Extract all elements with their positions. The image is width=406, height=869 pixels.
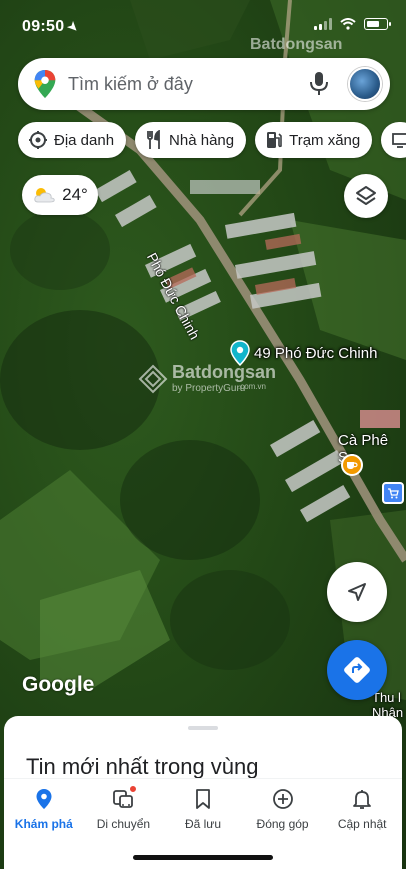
chip-more[interactable]: [381, 122, 406, 158]
clock-text: 09:50: [22, 18, 65, 35]
battery-icon: [364, 18, 391, 30]
watermark-top: Batdongsan: [250, 36, 343, 53]
chip-landmarks[interactable]: Địa danh: [18, 122, 127, 158]
shopping-cart-icon: [388, 488, 399, 499]
location-arrow-icon: ➤: [64, 18, 83, 36]
chip-restaurants[interactable]: Nhà hàng: [135, 122, 247, 158]
partly-cloudy-icon: [34, 188, 55, 203]
directions-icon: [344, 657, 370, 683]
shopping-marker[interactable]: [382, 482, 404, 504]
layers-icon: [356, 186, 376, 205]
watermark-logo-icon: [138, 364, 168, 394]
shopping-icon: [392, 133, 406, 148]
microphone-icon[interactable]: [308, 71, 330, 97]
nav-label: Đã lưu: [184, 817, 221, 831]
place-label: 49 Phó Đức Chinh: [254, 344, 378, 362]
category-chips: Địa danh Nhà hàng Trạm xăng: [18, 122, 406, 158]
home-indicator[interactable]: [133, 855, 273, 860]
cafe-marker[interactable]: [341, 454, 363, 476]
nav-label: Di chuyển: [96, 817, 151, 831]
temperature-text: 24°: [62, 185, 88, 204]
status-bar: 09:50➤: [0, 0, 406, 52]
nav-saved[interactable]: Đã lưu: [163, 779, 243, 842]
chip-gas-stations[interactable]: Trạm xăng: [255, 122, 373, 158]
gas-station-icon: [267, 132, 282, 148]
google-attribution: Google: [22, 673, 95, 696]
restaurant-icon: [147, 130, 160, 149]
explore-pin-icon: [36, 789, 52, 809]
watermark-domain: .com.vn: [238, 382, 267, 391]
google-maps-pin-icon: [34, 69, 56, 99]
coffee-cup-icon: [347, 462, 358, 469]
sheet-title: Tin mới nhất trong vùng: [26, 754, 259, 779]
add-circle-icon: [272, 789, 293, 809]
cellular-signal-icon: [314, 18, 332, 30]
bell-icon: [353, 790, 372, 809]
nav-explore[interactable]: Khám phá: [4, 779, 84, 842]
nav-updates[interactable]: Cập nhật: [322, 779, 402, 842]
landmark-icon: [29, 131, 47, 149]
navigation-arrow-icon: [348, 583, 366, 601]
account-avatar[interactable]: [348, 67, 382, 101]
watermark-center: Batdongsan by PropertyGuru .com.vn: [138, 362, 276, 394]
chip-label: Địa danh: [54, 131, 115, 149]
map-layers-button[interactable]: [344, 174, 388, 218]
search-input[interactable]: Tìm kiếm ở đây: [68, 74, 308, 95]
notification-badge: [129, 785, 138, 793]
status-time: 09:50➤: [22, 18, 83, 36]
commute-icon-wrap: [111, 785, 138, 811]
search-bar[interactable]: Tìm kiếm ở đây: [18, 58, 390, 110]
directions-button[interactable]: [327, 640, 387, 700]
bookmark-icon: [196, 789, 210, 809]
nav-label: Cập nhật: [337, 817, 387, 831]
bottom-sheet[interactable]: Tin mới nhất trong vùng Khám phá Di chuy…: [4, 716, 402, 869]
watermark-brand: Batdongsan: [172, 362, 277, 382]
bottom-navigation: Khám phá Di chuyển Đã lưu Đóng góp Cập n…: [4, 778, 402, 842]
wifi-icon: [340, 18, 356, 30]
status-icons: [314, 18, 391, 30]
weather-chip[interactable]: 24°: [22, 175, 98, 215]
nav-label: Khám phá: [14, 817, 73, 831]
sheet-drag-handle[interactable]: [188, 726, 218, 730]
chip-label: Trạm xăng: [289, 131, 361, 149]
nav-commute[interactable]: Di chuyển: [84, 779, 164, 842]
nav-contribute[interactable]: Đóng góp: [243, 779, 323, 842]
nav-label: Đóng góp: [256, 817, 309, 831]
my-location-button[interactable]: [327, 562, 387, 622]
chip-label: Nhà hàng: [169, 131, 235, 149]
